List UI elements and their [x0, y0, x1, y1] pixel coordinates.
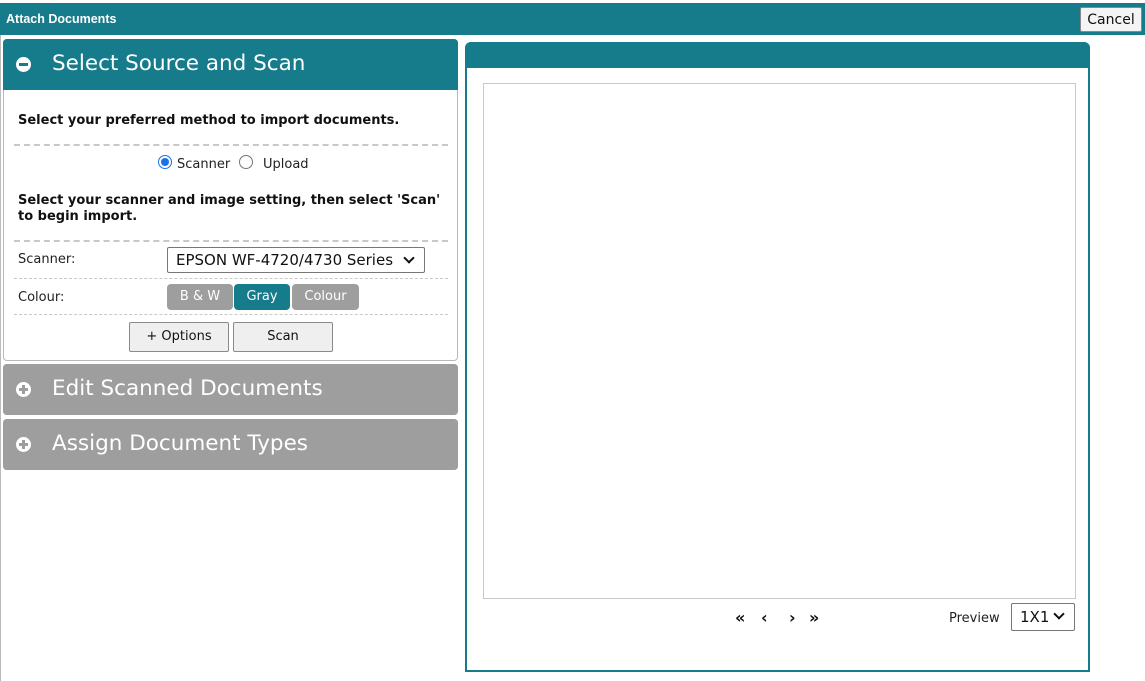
- source-instruction: Select your preferred method to import d…: [18, 113, 400, 128]
- prev-page-icon[interactable]: ‹: [761, 610, 768, 626]
- source-radio-group: Scanner Upload: [4, 154, 459, 174]
- colour-mode-colour[interactable]: Colour: [292, 284, 359, 310]
- panel-header-select-source[interactable]: Select Source and Scan: [3, 39, 458, 90]
- divider: [14, 314, 448, 315]
- colour-label: Colour:: [18, 290, 65, 305]
- scanner-label: Scanner:: [18, 252, 76, 267]
- preview-header: [465, 42, 1090, 68]
- preview-label: Preview: [949, 611, 1000, 626]
- scanner-radio-label[interactable]: Scanner: [177, 157, 230, 172]
- left-divider: [0, 35, 1, 681]
- divider: [14, 278, 448, 279]
- plus-circle-icon: [16, 437, 31, 452]
- scanner-radio[interactable]: [158, 155, 172, 169]
- scan-button[interactable]: Scan: [233, 322, 333, 352]
- colour-mode-gray[interactable]: Gray: [234, 284, 290, 310]
- divider: [14, 240, 448, 242]
- cancel-button[interactable]: Cancel: [1080, 7, 1142, 32]
- options-button[interactable]: + Options: [129, 322, 229, 352]
- preview-layout-value: 1X1: [1020, 608, 1050, 626]
- panel-header-assign-types[interactable]: Assign Document Types: [3, 419, 458, 470]
- panel-select-source: Select Source and Scan Select your prefe…: [3, 39, 458, 361]
- panel-edit-scanned[interactable]: Edit Scanned Documents: [3, 364, 458, 415]
- window-title: Attach Documents: [6, 12, 117, 26]
- scanner-select-value: EPSON WF-4720/4730 Series: [176, 251, 394, 269]
- minus-circle-icon: [16, 57, 31, 72]
- colour-mode-bw[interactable]: B & W: [167, 284, 233, 310]
- chevron-down-icon: [1053, 608, 1065, 620]
- preview-canvas: [483, 83, 1076, 599]
- scan-instruction: Select your scanner and image setting, t…: [18, 193, 441, 224]
- first-page-icon[interactable]: «: [735, 610, 745, 626]
- next-page-icon[interactable]: ›: [789, 610, 796, 626]
- panel-assign-types[interactable]: Assign Document Types: [3, 419, 458, 470]
- panel-title: Select Source and Scan: [52, 51, 306, 76]
- plus-circle-icon: [16, 382, 31, 397]
- panel-title: Edit Scanned Documents: [52, 376, 323, 401]
- panel-title: Assign Document Types: [52, 431, 308, 456]
- title-bar: Attach Documents Cancel: [0, 3, 1145, 35]
- panel-header-edit-scanned[interactable]: Edit Scanned Documents: [3, 364, 458, 415]
- scanner-select[interactable]: EPSON WF-4720/4730 Series: [167, 247, 425, 273]
- upload-radio[interactable]: [239, 155, 253, 169]
- last-page-icon[interactable]: »: [809, 610, 819, 626]
- upload-radio-label[interactable]: Upload: [263, 157, 309, 172]
- preview-pane: « ‹ › » Preview 1X1: [465, 42, 1090, 672]
- chevron-down-icon: [403, 252, 415, 264]
- divider: [14, 144, 448, 146]
- preview-layout-select[interactable]: 1X1: [1011, 603, 1075, 631]
